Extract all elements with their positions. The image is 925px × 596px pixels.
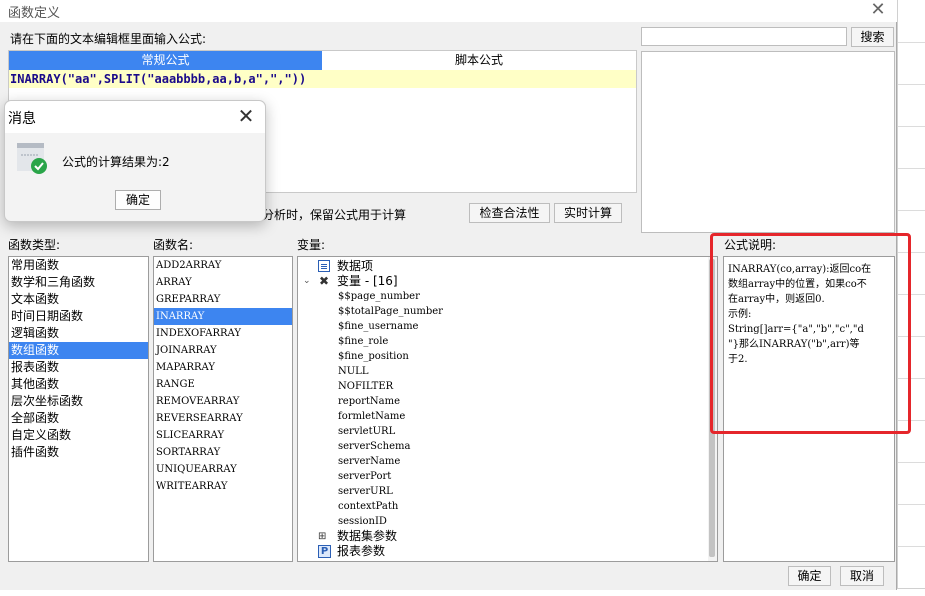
- tree-node-label: 变量 - [16]: [337, 274, 398, 288]
- category-item[interactable]: 逻辑函数: [9, 325, 148, 342]
- tree-node-label: 报表参数: [337, 544, 386, 558]
- variable-item[interactable]: serverSchema: [338, 439, 410, 454]
- variable-label: 变量:: [297, 238, 326, 252]
- message-dialog: 消息 ✕ 公式的计算结果为:2 确定: [4, 100, 266, 222]
- variable-tree: 数据项 ⌄ ✖ 变量 - [16] $$page_number $$totalP…: [297, 256, 718, 562]
- tree-node-label: 数据项: [337, 259, 374, 273]
- tab-regular-formula[interactable]: 常规公式: [9, 51, 322, 70]
- search-button[interactable]: 搜索: [851, 27, 894, 47]
- message-close-icon[interactable]: ✕: [234, 105, 258, 129]
- message-ok-button[interactable]: 确定: [115, 190, 161, 210]
- report-param-icon: P: [318, 545, 331, 558]
- function-item[interactable]: REVERSEARRAY: [154, 410, 292, 427]
- variable-item[interactable]: formletName: [338, 409, 405, 424]
- tree-node-dataset-params[interactable]: ⊞ 数据集参数: [298, 529, 708, 544]
- formula-text[interactable]: INARRAY("aa",SPLIT("aaabbbb,aa,b,a",",")…: [9, 70, 636, 88]
- function-item[interactable]: WRITEARRAY: [154, 478, 292, 495]
- function-item[interactable]: MAPARRAY: [154, 359, 292, 376]
- tab-script-formula[interactable]: 脚本公式: [322, 51, 636, 70]
- category-item[interactable]: 数学和三角函数: [9, 274, 148, 291]
- category-item[interactable]: 报表函数: [9, 359, 148, 376]
- chevron-down-icon[interactable]: ⌄: [303, 274, 311, 289]
- highlight-frame: [710, 233, 911, 434]
- variable-item[interactable]: $fine_role: [338, 334, 388, 349]
- category-item[interactable]: 自定义函数: [9, 427, 148, 444]
- function-item[interactable]: GREPARRAY: [154, 291, 292, 308]
- search-input[interactable]: [641, 27, 847, 46]
- category-item[interactable]: 常用函数: [9, 257, 148, 274]
- tree-node-data-item[interactable]: 数据项: [298, 259, 708, 274]
- variable-item[interactable]: $fine_position: [338, 349, 409, 364]
- tree-node-variables[interactable]: ⌄ ✖ 变量 - [16]: [298, 274, 708, 289]
- category-label: 函数类型:: [8, 238, 61, 252]
- variable-item[interactable]: serverName: [338, 454, 400, 469]
- message-text: 公式的计算结果为:2: [62, 155, 170, 169]
- variable-item[interactable]: serverPort: [338, 469, 391, 484]
- cancel-button[interactable]: 取消: [840, 566, 884, 586]
- category-list: 常用函数 数学和三角函数 文本函数 时间日期函数 逻辑函数 数组函数 报表函数 …: [8, 256, 149, 562]
- function-item[interactable]: SLICEARRAY: [154, 427, 292, 444]
- dialog-title: 函数定义: [8, 6, 61, 21]
- variable-x-icon: ✖: [319, 274, 330, 288]
- live-calc-button[interactable]: 实时计算: [554, 203, 622, 223]
- function-item-selected[interactable]: INARRAY: [154, 308, 292, 325]
- function-definition-dialog: 函数定义 ✕ 请在下面的文本编辑框里面输入公式: 常规公式 脚本公式 INARR…: [0, 0, 911, 590]
- variable-item[interactable]: sessionID: [338, 514, 387, 529]
- variable-item[interactable]: contextPath: [338, 499, 398, 514]
- variable-item[interactable]: servletURL: [338, 424, 395, 439]
- formula-tabs: 常规公式 脚本公式: [9, 51, 636, 70]
- ok-button[interactable]: 确定: [788, 566, 831, 586]
- variable-item[interactable]: reportName: [338, 394, 400, 409]
- function-item[interactable]: REMOVEARRAY: [154, 393, 292, 410]
- function-label: 函数名:: [153, 238, 194, 252]
- variable-item[interactable]: serverURL: [338, 484, 393, 499]
- dialog-title-bar: 函数定义 ✕: [0, 0, 897, 22]
- close-icon[interactable]: ✕: [866, 0, 890, 20]
- variable-item[interactable]: $$totalPage_number: [338, 304, 443, 319]
- function-item[interactable]: JOINARRAY: [154, 342, 292, 359]
- category-item[interactable]: 时间日期函数: [9, 308, 148, 325]
- check-validity-button[interactable]: 检查合法性: [469, 203, 550, 223]
- function-item[interactable]: RANGE: [154, 376, 292, 393]
- category-item[interactable]: 全部函数: [9, 410, 148, 427]
- category-item[interactable]: 层次坐标函数: [9, 393, 148, 410]
- function-item[interactable]: ARRAY: [154, 274, 292, 291]
- variable-item[interactable]: $fine_username: [338, 319, 418, 334]
- message-title-bar: 消息 ✕: [5, 101, 265, 133]
- dataset-param-icon: ⊞: [318, 531, 327, 542]
- variable-item[interactable]: NOFILTER: [338, 379, 393, 394]
- function-item[interactable]: ADD2ARRAY: [154, 257, 292, 274]
- function-item[interactable]: SORTARRAY: [154, 444, 292, 461]
- formula-prompt: 请在下面的文本编辑框里面输入公式:: [10, 32, 207, 46]
- tree-node-label: 数据集参数: [337, 529, 398, 543]
- message-title: 消息: [8, 111, 36, 127]
- function-list: ADD2ARRAY ARRAY GREPARRAY INARRAY INDEXO…: [153, 256, 293, 562]
- function-item[interactable]: UNIQUEARRAY: [154, 461, 292, 478]
- success-check-icon: [17, 143, 47, 174]
- function-item[interactable]: INDEXOFARRAY: [154, 325, 292, 342]
- variable-item[interactable]: $$page_number: [338, 289, 420, 304]
- category-item-selected[interactable]: 数组函数: [9, 342, 148, 359]
- category-item[interactable]: 其他函数: [9, 376, 148, 393]
- tree-node-report-params[interactable]: P 报表参数: [298, 544, 708, 559]
- data-item-icon: [318, 260, 330, 272]
- category-item[interactable]: 插件函数: [9, 444, 148, 461]
- search-results-panel: [641, 51, 895, 233]
- category-item[interactable]: 文本函数: [9, 291, 148, 308]
- preserve-formula-option: /分析时，保留公式用于计算: [258, 208, 407, 222]
- variable-item[interactable]: NULL: [338, 364, 368, 379]
